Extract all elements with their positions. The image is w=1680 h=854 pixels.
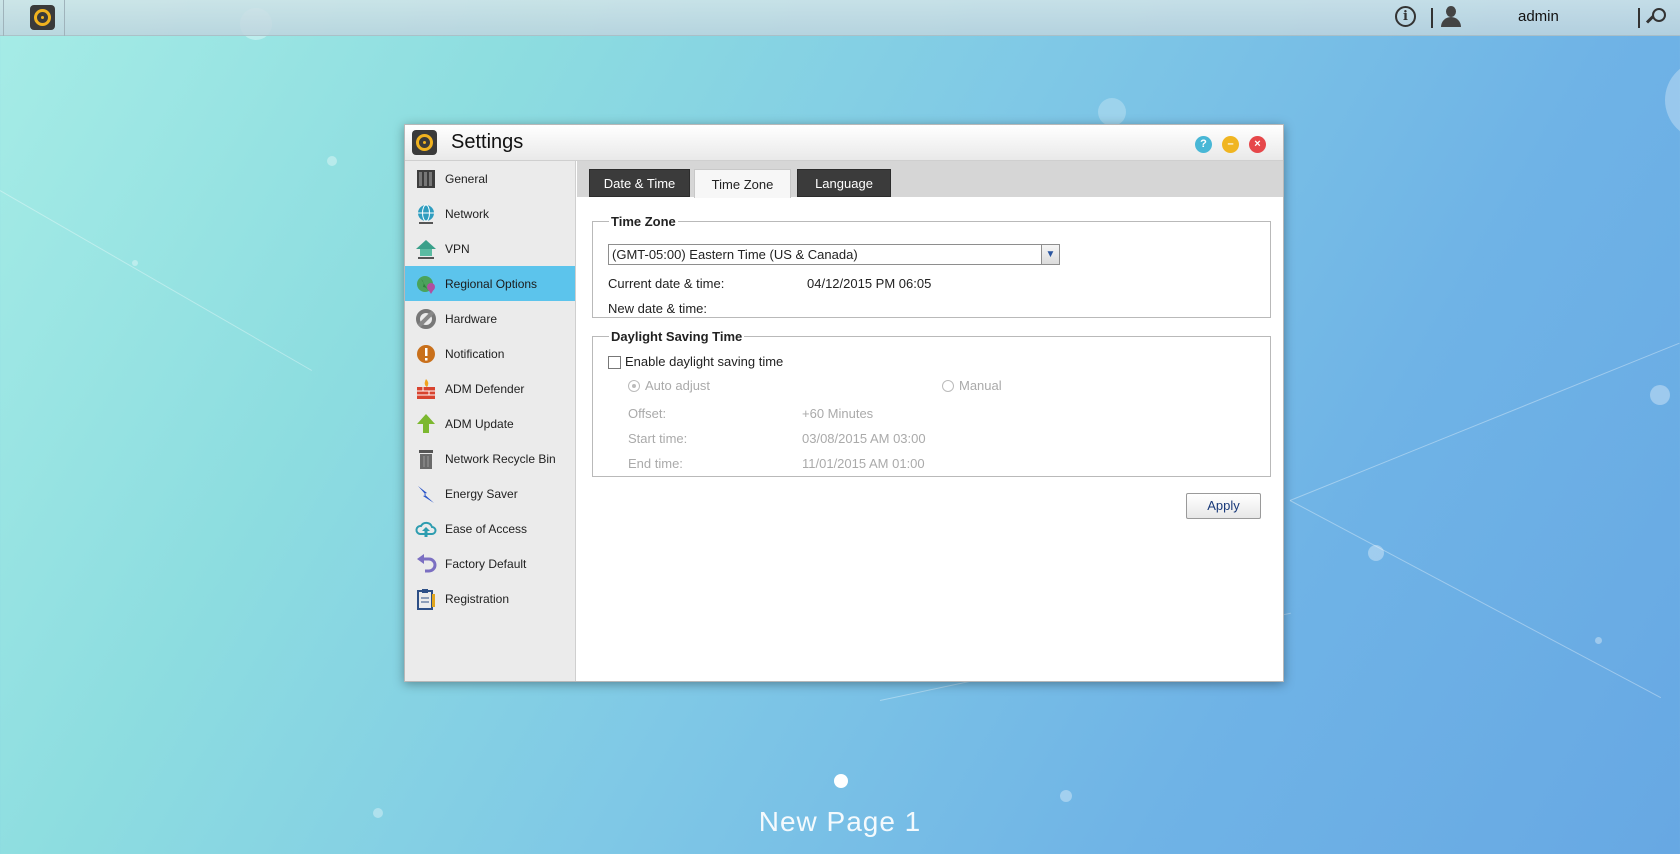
enable-dst-label[interactable]: Enable daylight saving time bbox=[625, 354, 783, 369]
sidebar-item-notification[interactable]: Notification bbox=[405, 336, 575, 371]
tab-date-time[interactable]: Date & Time bbox=[589, 169, 690, 197]
sidebar-item-label: General bbox=[445, 171, 488, 186]
sidebar-item-label: Network bbox=[445, 206, 490, 221]
settings-sidebar: General Network VPN Regional Options Har… bbox=[405, 161, 576, 681]
defender-firewall-icon bbox=[415, 378, 437, 400]
sidebar-item-registration[interactable]: Registration bbox=[405, 581, 575, 616]
taskbar-divider bbox=[64, 0, 65, 36]
sidebar-item-hardware[interactable]: Hardware bbox=[405, 301, 575, 336]
tab-language[interactable]: Language bbox=[797, 169, 891, 197]
page-indicator-dot[interactable] bbox=[834, 774, 848, 788]
sidebar-item-vpn[interactable]: VPN bbox=[405, 231, 575, 266]
sidebar-item-adm-defender[interactable]: ADM Defender bbox=[405, 371, 575, 406]
user-icon[interactable] bbox=[1440, 6, 1462, 28]
dst-legend: Daylight Saving Time bbox=[611, 329, 743, 344]
manual-label: Manual bbox=[959, 378, 1002, 393]
desktop-bokeh bbox=[327, 156, 337, 166]
sidebar-item-adm-update[interactable]: ADM Update bbox=[405, 406, 575, 441]
desktop-bokeh bbox=[1060, 790, 1072, 802]
taskbar-divider bbox=[1638, 8, 1640, 28]
window-titlebar[interactable]: Settings ? – × bbox=[405, 125, 1283, 161]
desktop-page-label: New Page 1 bbox=[758, 806, 922, 837]
new-datetime-label: New date & time: bbox=[608, 301, 707, 316]
settings-content: Date & Time Time Zone Language Time Zone… bbox=[577, 161, 1283, 681]
window-title: Settings bbox=[451, 131, 524, 153]
tab-time-zone[interactable]: Time Zone bbox=[694, 169, 791, 198]
sidebar-item-energy-saver[interactable]: Energy Saver bbox=[405, 476, 575, 511]
info-icon[interactable]: i bbox=[1395, 6, 1416, 27]
close-button[interactable]: × bbox=[1249, 136, 1266, 153]
offset-label: Offset: bbox=[628, 406, 667, 421]
taskbar-divider bbox=[1431, 8, 1433, 28]
current-datetime-value: 04/12/2015 PM 06:05 bbox=[807, 276, 932, 291]
timezone-legend: Time Zone bbox=[611, 214, 676, 229]
current-datetime-label: Current date & time: bbox=[608, 276, 725, 291]
sidebar-item-label: Energy Saver bbox=[445, 486, 518, 501]
start-time-label: Start time: bbox=[628, 431, 688, 446]
auto-adjust-label: Auto adjust bbox=[645, 378, 711, 393]
timezone-selected-value: (GMT-05:00) Eastern Time (US & Canada) bbox=[612, 247, 858, 262]
desktop-light-streak bbox=[0, 190, 313, 371]
help-button[interactable]: ? bbox=[1195, 136, 1212, 153]
sidebar-item-ease-of-access[interactable]: Ease of Access bbox=[405, 511, 575, 546]
desktop-bokeh bbox=[1595, 637, 1602, 644]
desktop-bokeh bbox=[1368, 545, 1384, 561]
notification-icon bbox=[415, 343, 437, 365]
update-arrow-icon bbox=[415, 413, 437, 435]
hardware-icon bbox=[415, 308, 437, 330]
recycle-bin-icon bbox=[415, 448, 437, 470]
tab-strip: Date & Time Time Zone Language bbox=[577, 161, 1283, 198]
timezone-group: Time Zone (GMT-05:00) Eastern Time (US &… bbox=[592, 214, 1271, 318]
chevron-down-icon[interactable]: ▼ bbox=[1041, 245, 1059, 264]
app-launcher-icon[interactable] bbox=[30, 5, 55, 30]
start-time-value: 03/08/2015 AM 03:00 bbox=[802, 431, 926, 446]
auto-adjust-radio[interactable] bbox=[628, 380, 640, 392]
sidebar-item-network-recycle-bin[interactable]: Network Recycle Bin bbox=[405, 441, 575, 476]
vpn-icon bbox=[415, 238, 437, 260]
registration-clipboard-icon bbox=[415, 588, 437, 610]
desktop-bokeh bbox=[1665, 60, 1680, 140]
username-label[interactable]: admin bbox=[1518, 8, 1559, 25]
taskbar: i admin bbox=[0, 0, 1680, 36]
desktop-bokeh bbox=[1098, 98, 1126, 126]
regional-options-icon bbox=[415, 273, 437, 295]
end-time-label: End time: bbox=[628, 456, 683, 471]
desktop-light-streak bbox=[1289, 500, 1662, 699]
timezone-select[interactable]: (GMT-05:00) Eastern Time (US & Canada) ▼ bbox=[608, 244, 1060, 265]
desktop-bokeh bbox=[132, 260, 138, 266]
minimize-button[interactable]: – bbox=[1222, 136, 1239, 153]
network-icon bbox=[415, 203, 437, 225]
end-time-value: 11/01/2015 AM 01:00 bbox=[802, 456, 925, 471]
dst-group: Daylight Saving Time Enable daylight sav… bbox=[592, 329, 1271, 477]
general-icon bbox=[415, 168, 437, 190]
desktop-bokeh bbox=[1650, 385, 1670, 405]
energy-bolt-icon bbox=[415, 483, 437, 505]
apply-button[interactable]: Apply bbox=[1186, 493, 1261, 519]
sidebar-item-factory-default[interactable]: Factory Default bbox=[405, 546, 575, 581]
enable-dst-checkbox[interactable] bbox=[608, 356, 621, 369]
sidebar-item-network[interactable]: Network bbox=[405, 196, 575, 231]
manual-radio[interactable] bbox=[942, 380, 954, 392]
cloud-upload-icon bbox=[415, 518, 437, 540]
sidebar-item-regional-options[interactable]: Regional Options bbox=[405, 266, 575, 301]
sidebar-item-label: Hardware bbox=[445, 311, 498, 326]
sidebar-item-label: Registration bbox=[445, 591, 510, 606]
undo-arrow-icon bbox=[415, 553, 437, 575]
sidebar-item-label: Factory Default bbox=[445, 556, 527, 571]
sidebar-item-label: Notification bbox=[445, 346, 505, 361]
sidebar-item-label: VPN bbox=[445, 241, 470, 256]
sidebar-item-label: ADM Defender bbox=[445, 381, 525, 396]
desktop-light-streak bbox=[1289, 342, 1680, 501]
taskbar-divider bbox=[0, 0, 4, 36]
sidebar-item-general[interactable]: General bbox=[405, 161, 575, 196]
sidebar-item-label: ADM Update bbox=[445, 416, 514, 431]
sidebar-item-label: Network Recycle Bin bbox=[445, 451, 556, 466]
settings-app-icon bbox=[412, 130, 437, 155]
offset-value: +60 Minutes bbox=[802, 406, 874, 421]
sidebar-item-label: Ease of Access bbox=[445, 521, 528, 536]
search-icon[interactable] bbox=[1645, 8, 1667, 28]
sidebar-item-label: Regional Options bbox=[445, 276, 538, 291]
settings-window: Settings ? – × General Network VPN Regio… bbox=[404, 124, 1284, 682]
